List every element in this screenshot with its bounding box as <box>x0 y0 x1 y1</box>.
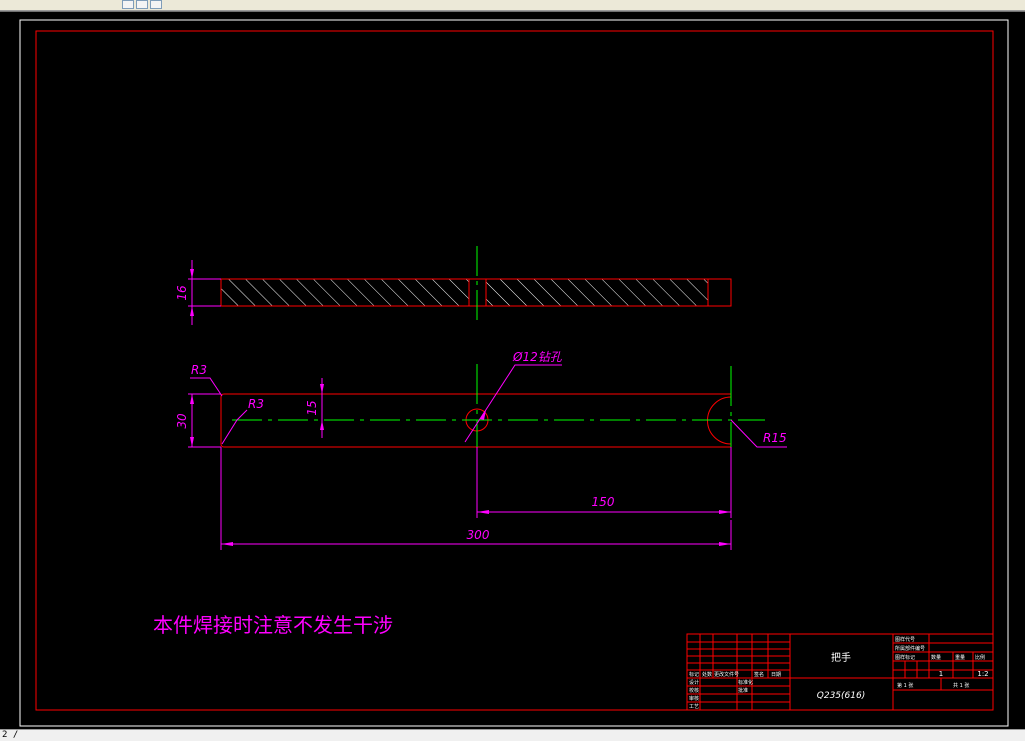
drawing-code-label: 图样代号 <box>895 636 915 643</box>
bottom-plan-view <box>188 364 787 550</box>
role-review: 审核 <box>689 695 699 702</box>
header-mark: 标记 <box>689 671 699 678</box>
stage-label: 图样标记 <box>895 654 915 661</box>
dim-offset: 15 <box>305 400 319 415</box>
qty-label: 数量 <box>931 654 941 661</box>
dim-width: 30 <box>175 413 189 429</box>
dim-end-radius: R15 <box>763 431 787 445</box>
header-date: 日期 <box>771 672 781 678</box>
dim-radius-bottom: R3 <box>248 397 264 411</box>
dim-thickness: 16 <box>175 285 189 301</box>
scale-label: 比例 <box>975 654 985 661</box>
material: Q235(616) <box>817 691 865 701</box>
role-design: 设计 <box>689 679 699 686</box>
weight-label: 重量 <box>955 654 965 661</box>
part-number-label: 所属部件编号 <box>895 645 925 652</box>
dim-hole: Ø12钻孔 <box>512 350 563 364</box>
header-sign: 签名 <box>754 671 764 678</box>
part-name: 把手 <box>831 651 851 664</box>
technical-note: 本件焊接时注意不发生干涉 <box>153 613 393 637</box>
command-text: 2 / <box>2 730 19 740</box>
role-process: 工艺 <box>689 704 699 710</box>
header-change: 更改文件号 <box>714 671 739 678</box>
inner-frame <box>35 30 994 711</box>
scale-value: 1:2 <box>977 670 988 678</box>
dim-radius-top: R3 <box>191 363 207 377</box>
qty-value: 1 <box>939 670 943 678</box>
header-count: 处数 <box>702 671 712 678</box>
role-standard: 标准化 <box>738 679 753 686</box>
cad-drawing[interactable]: 16 30 15 R3 R3 Ø12钻孔 R15 150 300 本件焊接时注意… <box>0 0 1025 740</box>
role-check: 校核 <box>689 687 699 694</box>
top-section-view <box>188 246 732 325</box>
dim-total-length: 300 <box>467 528 490 542</box>
dim-hole-position: 150 <box>592 495 615 509</box>
command-line-bar[interactable]: 2 / <box>0 729 1025 741</box>
sheet-total: 共 1 张 <box>953 682 969 689</box>
role-approve: 批准 <box>738 687 748 694</box>
sheet-number: 第 1 张 <box>897 682 913 689</box>
